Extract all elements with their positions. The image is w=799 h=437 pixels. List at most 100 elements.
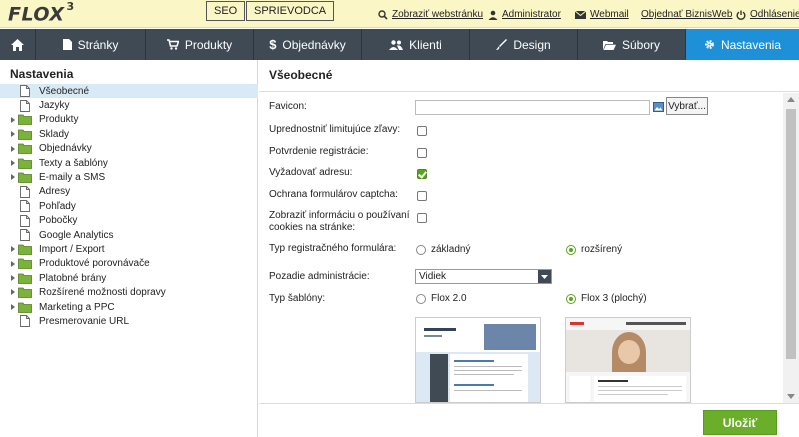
template-flox3-preview[interactable]	[565, 317, 691, 403]
users-icon	[389, 39, 404, 50]
tab-products[interactable]: Produkty	[146, 29, 254, 60]
sidebar-item-label: Presmerovanie URL	[39, 315, 130, 327]
webmail-link[interactable]: Webmail	[575, 9, 629, 20]
content-scrollbar[interactable]	[783, 93, 799, 403]
dollar-icon: $	[269, 37, 277, 52]
sidebar-item-label: Import / Export	[39, 243, 105, 255]
settings-tree: Všeobecné Jazyky Produkty Sklady Objednávky T…	[0, 84, 258, 329]
expand-arrow-icon[interactable]	[11, 246, 15, 253]
tab-clients[interactable]: Klienti	[362, 29, 470, 60]
sidebar-item[interactable]: Marketing a PPC	[0, 300, 257, 314]
template-flox3-radio[interactable]	[566, 294, 576, 304]
expand-arrow-icon[interactable]	[11, 289, 15, 296]
folder-icon	[17, 128, 33, 140]
settings-form: Favicon: Vybrať... Upredn­ostniť limituj…	[259, 93, 783, 403]
tab-design[interactable]: Design	[470, 29, 578, 60]
expand-arrow-icon[interactable]	[11, 303, 15, 310]
sidebar-item-label: Produkty	[39, 114, 79, 126]
page-icon	[17, 200, 33, 213]
reg-form-basic-label: základný	[431, 244, 471, 255]
sidebar-item-label: Texty a šablóny	[39, 157, 108, 169]
expand-arrow-icon[interactable]	[11, 174, 15, 181]
search-icon	[378, 9, 388, 20]
sidebar-item[interactable]: Platobné brány	[0, 271, 257, 285]
mail-icon	[575, 10, 586, 19]
favicon-label: Favicon:	[269, 101, 307, 112]
image-icon	[653, 102, 664, 112]
sidebar-item-label: Adresy	[39, 186, 71, 198]
sidebar-item[interactable]: Sklady	[0, 127, 257, 141]
page-icon	[17, 99, 33, 112]
view-site-link[interactable]: Zobraziť webstránku	[378, 9, 483, 20]
main-nav: Stránky Produkty $ Objednávky Klienti De…	[0, 29, 799, 60]
expand-arrow-icon[interactable]	[11, 260, 15, 267]
reg-form-extended-label: rozšírený	[581, 244, 623, 255]
page-icon	[62, 39, 72, 50]
sidebar-item[interactable]: Jazyky	[0, 98, 257, 112]
sidebar-item[interactable]: Produktové porovnávače	[0, 257, 257, 271]
limiting-discounts-checkbox[interactable]	[417, 126, 427, 136]
sidebar-item[interactable]: Import / Export	[0, 242, 257, 256]
template-flox2-preview[interactable]	[415, 317, 541, 403]
save-button[interactable]: Uložiť	[703, 410, 777, 435]
expand-arrow-icon[interactable]	[11, 116, 15, 123]
registration-confirm-label: Potvrdenie registrácie:	[269, 146, 369, 157]
sidebar-item-label: Pohľady	[39, 200, 76, 212]
tab-orders[interactable]: $ Objednávky	[254, 29, 362, 60]
captcha-checkbox[interactable]	[417, 191, 427, 201]
reg-form-extended-radio[interactable]	[566, 245, 576, 255]
home-icon	[11, 38, 24, 51]
admin-bg-label: Pozadie administrácie:	[269, 271, 370, 282]
seo-button[interactable]: SEO	[206, 1, 246, 21]
expand-arrow-icon[interactable]	[11, 275, 15, 282]
sidebar-item[interactable]: Presmerovanie URL	[0, 314, 257, 328]
sidebar-item[interactable]: Google Analytics	[0, 228, 257, 242]
template-flox2-radio[interactable]	[416, 294, 426, 304]
admin-bg-select[interactable]: Vidiek	[415, 269, 552, 284]
expand-arrow-icon[interactable]	[11, 145, 15, 152]
gear-icon	[705, 40, 714, 49]
cookies-info-checkbox[interactable]	[417, 213, 427, 223]
require-address-checkbox[interactable]	[417, 169, 427, 179]
logo[interactable]: FLOX 3	[8, 0, 74, 25]
registration-confirm-checkbox[interactable]	[417, 148, 427, 158]
sidebar-item-label: Objednávky	[39, 143, 92, 155]
sidebar-item[interactable]: Objednávky	[0, 142, 257, 156]
tab-pages[interactable]: Stránky	[36, 29, 146, 60]
sidebar-item-label: Platobné brány	[39, 272, 107, 284]
sidebar-item[interactable]: Všeobecné	[0, 84, 258, 99]
sidebar-item[interactable]: E-maily a SMS	[0, 170, 257, 184]
page-icon	[17, 185, 33, 198]
sidebar-item[interactable]: Texty a šablóny	[0, 156, 257, 170]
sidebar-item[interactable]: Pohľady	[0, 199, 257, 213]
sidebar-item-label: Rozšírené možnosti dopravy	[39, 287, 166, 299]
folder-icon	[17, 172, 33, 184]
admin-link[interactable]: Administrator	[488, 9, 561, 20]
scroll-up-icon[interactable]	[787, 97, 795, 102]
reg-form-basic-radio[interactable]	[416, 245, 426, 255]
scroll-down-icon[interactable]	[787, 394, 795, 399]
favicon-select-button[interactable]: Vybrať...	[666, 97, 708, 115]
folder-open-icon	[602, 40, 616, 50]
home-button[interactable]	[0, 29, 36, 60]
guide-button[interactable]: SPRIEVODCA	[246, 1, 335, 21]
form-footer: Uložiť	[259, 403, 799, 437]
folder-icon	[17, 301, 33, 313]
page-title: Všeobecné	[259, 60, 799, 92]
sidebar-item[interactable]: Rozšírené možnosti dopravy	[0, 285, 257, 299]
order-link[interactable]: Objednať BiznisWeb	[641, 9, 732, 20]
favicon-input[interactable]	[415, 100, 650, 115]
logout-link[interactable]: Odhlásenie	[736, 9, 799, 20]
cart-icon	[166, 39, 179, 50]
tab-files[interactable]: Súbory	[578, 29, 686, 60]
sidebar-item-label: Všeobecné	[39, 85, 90, 97]
expand-arrow-icon[interactable]	[11, 131, 15, 138]
scrollbar-thumb[interactable]	[786, 109, 796, 359]
sidebar-item[interactable]: Adresy	[0, 185, 257, 199]
tab-settings[interactable]: Nastavenia	[686, 29, 799, 60]
sidebar-item[interactable]: Produkty	[0, 113, 257, 127]
sidebar-item[interactable]: Pobočky	[0, 214, 257, 228]
sidebar-item-label: Pobočky	[39, 215, 78, 227]
expand-arrow-icon[interactable]	[11, 159, 15, 166]
folder-icon	[17, 272, 33, 284]
